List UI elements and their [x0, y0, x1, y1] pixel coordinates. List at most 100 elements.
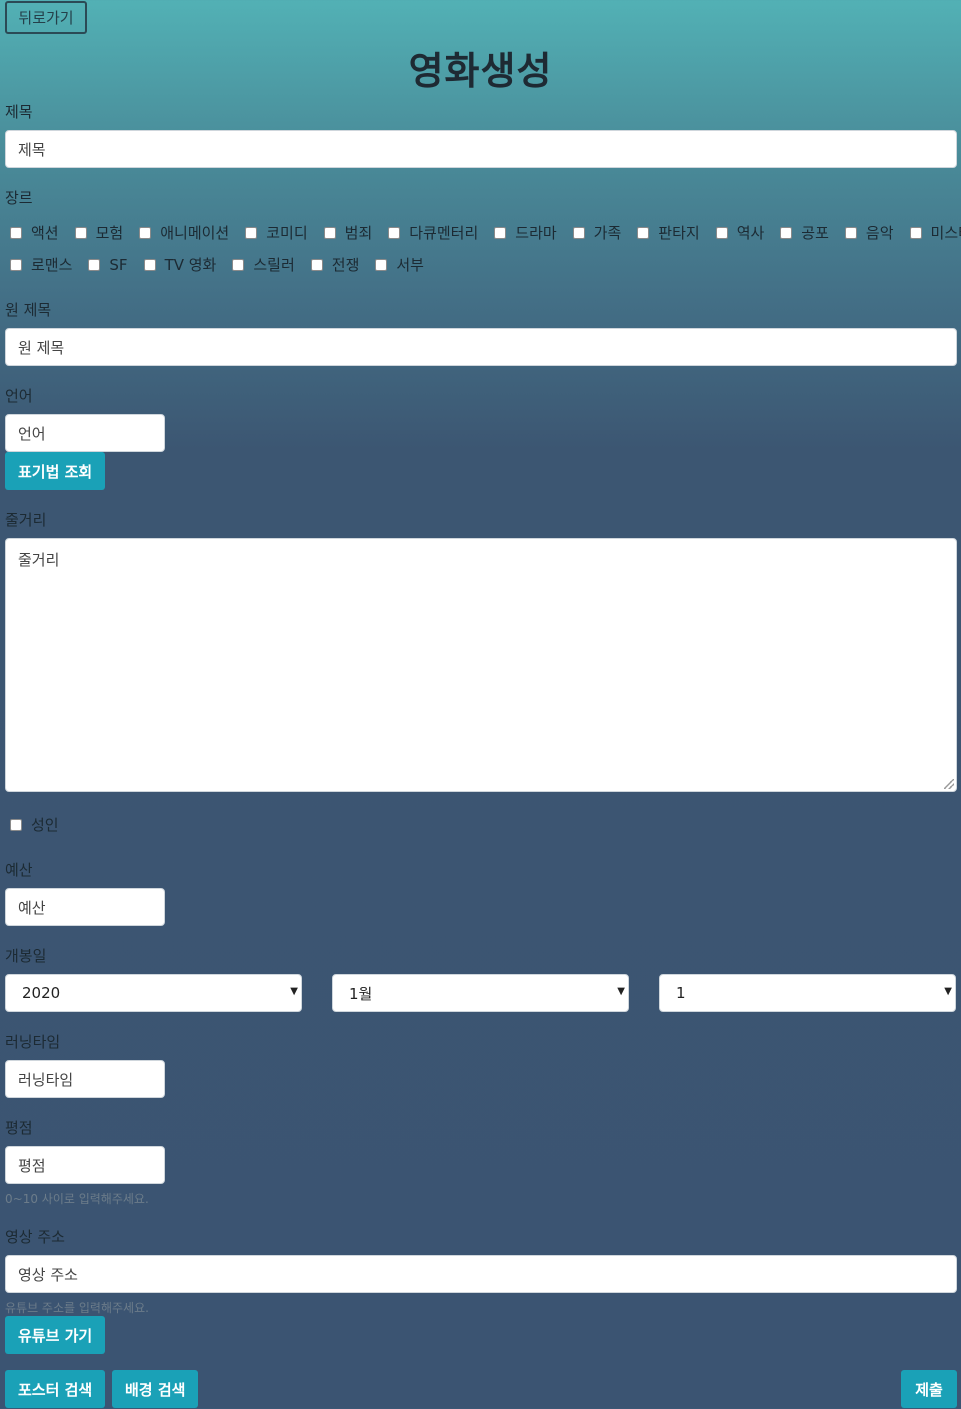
genre-label: 스릴러	[253, 256, 295, 274]
genre-label: 음악	[865, 224, 894, 242]
genre-option[interactable]: 미스터리	[905, 222, 961, 243]
genre-label: SF	[109, 255, 128, 274]
genre-checkbox[interactable]	[494, 226, 507, 239]
resize-grip-icon[interactable]	[944, 779, 954, 789]
video-url-input[interactable]: 영상 주소	[5, 1255, 957, 1293]
genre-option[interactable]: 모험	[70, 222, 124, 243]
genre-checkbox[interactable]	[88, 258, 101, 271]
genre-checkbox[interactable]	[388, 226, 401, 239]
genre-option[interactable]: 공포	[775, 222, 829, 243]
chevron-down-icon: ▼	[944, 986, 952, 997]
genre-checkbox[interactable]	[844, 226, 857, 239]
genre-checkbox[interactable]	[323, 226, 336, 239]
language-input[interactable]: 언어	[5, 414, 165, 452]
genre-checkbox[interactable]	[909, 226, 922, 239]
video-help-text: 유튜브 주소를 입력해주세요.	[5, 1301, 149, 1315]
genre-label: 공포	[801, 224, 829, 242]
genre-label: 서부	[396, 256, 424, 274]
adult-label: 성인	[31, 816, 59, 834]
adult-checkbox-row[interactable]: 성인	[5, 814, 59, 835]
genre-row-1: 액션 모험 애니메이션 코미디 범죄 다큐멘터리 드라마 가족 판타지 역사 공포 음악 미스터리	[5, 222, 961, 243]
original-title-label: 원 제목	[5, 301, 52, 319]
genre-option[interactable]: 드라마	[489, 222, 557, 243]
genre-checkbox[interactable]	[74, 226, 87, 239]
release-day-value: 1	[676, 984, 686, 1002]
release-year-select[interactable]: 2020 ▼	[5, 974, 302, 1012]
original-title-input[interactable]: 원 제목	[5, 328, 957, 366]
genre-label: 미스터리	[930, 224, 961, 242]
page-title: 영화생성	[408, 49, 553, 93]
genre-option[interactable]: 전쟁	[306, 254, 360, 275]
genre-option[interactable]: TV 영화	[139, 254, 217, 275]
genre-label: 모험	[95, 224, 124, 242]
genre-checkbox[interactable]	[715, 226, 728, 239]
youtube-button[interactable]: 유튜브 가기	[5, 1316, 106, 1354]
genre-label: 판타지	[658, 224, 700, 242]
genre-label: 액션	[31, 224, 59, 242]
genre-option[interactable]: 음악	[840, 222, 894, 243]
genre-checkbox[interactable]	[637, 226, 650, 239]
genre-checkbox[interactable]	[10, 258, 22, 271]
backdrop-search-button[interactable]: 배경 검색	[112, 1370, 199, 1408]
genre-checkbox[interactable]	[10, 226, 22, 239]
genre-row-2: 로맨스 SF TV 영화 스릴러 전쟁 서부	[5, 254, 435, 275]
submit-button[interactable]: 제출	[901, 1370, 957, 1408]
title-label: 제목	[5, 103, 33, 121]
plot-textarea[interactable]: 줄거리	[5, 538, 957, 792]
genre-label: 코미디	[266, 224, 308, 242]
release-day-select[interactable]: 1 ▼	[659, 974, 956, 1012]
genre-option[interactable]: 범죄	[319, 222, 373, 243]
release-year-value: 2020	[22, 984, 61, 1002]
genre-option[interactable]: 코미디	[240, 222, 308, 243]
budget-label: 예산	[5, 861, 33, 879]
runtime-input[interactable]: 러닝타임	[5, 1060, 165, 1098]
genre-option[interactable]: 스릴러	[227, 254, 295, 275]
budget-input[interactable]: 예산	[5, 888, 165, 926]
rating-help-text: 0~10 사이로 입력해주세요.	[5, 1192, 149, 1206]
chevron-down-icon: ▼	[290, 986, 298, 997]
language-label: 언어	[5, 387, 33, 405]
genre-label: 가족	[593, 224, 622, 242]
genre-option[interactable]: 판타지	[632, 222, 700, 243]
genre-label: 다큐멘터리	[409, 224, 479, 242]
genre-option[interactable]: SF	[83, 255, 128, 274]
genre-checkbox[interactable]	[139, 226, 152, 239]
release-month-value: 1월	[349, 984, 373, 1003]
genre-option[interactable]: 다큐멘터리	[383, 222, 478, 243]
chevron-down-icon: ▼	[617, 986, 625, 997]
title-input[interactable]: 제목	[5, 130, 957, 168]
genre-option[interactable]: 서부	[370, 254, 424, 275]
genre-checkbox[interactable]	[143, 258, 156, 271]
genre-checkbox[interactable]	[310, 258, 323, 271]
genre-label: 애니메이션	[160, 224, 230, 242]
rating-input[interactable]: 평점	[5, 1146, 165, 1184]
back-button[interactable]: 뒤로가기	[5, 1, 87, 34]
genre-checkbox[interactable]	[245, 226, 258, 239]
genre-label: 전쟁	[331, 256, 360, 274]
genre-option[interactable]: 로맨스	[5, 254, 72, 275]
video-url-label: 영상 주소	[5, 1228, 65, 1246]
genre-label: 범죄	[344, 224, 373, 242]
genre-label: 로맨스	[31, 256, 73, 274]
release-month-select[interactable]: 1월 ▼	[332, 974, 629, 1012]
adult-checkbox[interactable]	[10, 818, 22, 831]
runtime-label: 러닝타임	[5, 1033, 61, 1051]
genre-checkbox[interactable]	[572, 226, 585, 239]
genre-label: TV 영화	[164, 256, 217, 274]
genre-label: 역사	[736, 224, 765, 242]
genre-option[interactable]: 역사	[711, 222, 765, 243]
genre-checkbox[interactable]	[780, 226, 793, 239]
genre-checkbox[interactable]	[375, 258, 388, 271]
notation-lookup-button[interactable]: 표기법 조회	[5, 452, 106, 490]
plot-label: 줄거리	[5, 511, 47, 529]
genre-label: 장르	[5, 189, 33, 207]
poster-search-button[interactable]: 포스터 검색	[5, 1370, 106, 1408]
plot-placeholder: 줄거리	[18, 551, 60, 569]
rating-label: 평점	[5, 1119, 33, 1137]
genre-option[interactable]: 액션	[5, 222, 59, 243]
genre-option[interactable]: 애니메이션	[134, 222, 229, 243]
genre-option[interactable]: 가족	[568, 222, 622, 243]
genre-checkbox[interactable]	[232, 258, 245, 271]
genre-label: 드라마	[515, 224, 557, 242]
release-date-label: 개봉일	[5, 947, 47, 965]
